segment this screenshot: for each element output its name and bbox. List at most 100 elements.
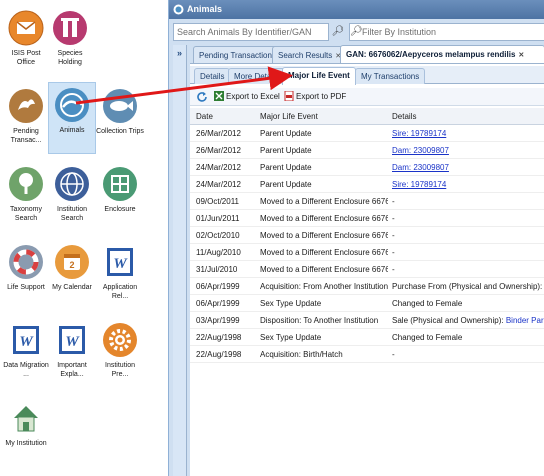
tab-more-details[interactable]: More Details — [228, 68, 285, 84]
details-link[interactable]: Dam: 23009807 — [392, 146, 449, 155]
table-row[interactable]: 22/Aug/1998 Sex Type Update Changed to Fem… — [190, 329, 544, 346]
tab-pending-transactions[interactable]: Pending Transactions — [193, 46, 282, 63]
column-header-details[interactable]: Details — [392, 112, 544, 121]
table-row[interactable]: 31/Jul/2010 Moved to a Different Enclosur… — [190, 261, 544, 278]
cell-major-life-event: Sex Type Update — [260, 299, 322, 308]
launcher-tile-life-support[interactable]: Life Support — [2, 240, 50, 312]
details-text: Changed to Female — [392, 299, 463, 308]
table-row[interactable]: 02/Oct/2010 Moved to a Different Enclosur… — [190, 227, 544, 244]
launcher-tile-label: My Institution — [5, 440, 47, 447]
enclosure-icon — [103, 167, 137, 201]
table-row[interactable]: 26/Mar/2012 Parent Update Sire: 19789174 — [190, 125, 544, 142]
table-row[interactable]: 06/Apr/1999 Sex Type Update Changed to Fem… — [190, 295, 544, 312]
table-row[interactable]: 22/Aug/1998 Acquisition: Birth/Hatch - — [190, 346, 544, 363]
cell-date: 02/Oct/2010 — [196, 231, 240, 240]
refresh-icon[interactable] — [196, 91, 208, 103]
svg-text:W: W — [19, 334, 34, 350]
launcher-tile-pending-transactions[interactable]: Pending Transac... — [2, 84, 50, 156]
details-text: - — [392, 197, 395, 206]
cell-date: 11/Aug/2010 — [196, 248, 241, 257]
calendar-icon: 2 — [55, 245, 89, 279]
cell-details[interactable]: Sire: 19789174 — [392, 180, 544, 189]
close-icon[interactable]: ✕ — [518, 52, 524, 59]
cell-major-life-event: Parent Update — [260, 129, 312, 138]
institution-filter-input[interactable]: Filter By Institution — [349, 23, 544, 41]
cell-date: 31/Jul/2010 — [196, 265, 238, 274]
launcher-tile-institution-preferences[interactable]: Institution Pre... — [96, 318, 144, 390]
table-row[interactable]: 03/Apr/1999 Disposition: To Another Insti… — [190, 312, 544, 329]
tab-label: Search Results — [278, 51, 333, 60]
cell-details: Sale (Physical and Ownership): Binder Pa… — [392, 316, 544, 325]
cell-major-life-event: Moved to a Different Enclosure 6676... — [260, 231, 388, 240]
cell-date: 22/Aug/1998 — [196, 350, 242, 359]
cell-date: 01/Jun/2011 — [196, 214, 240, 223]
cell-date: 26/Mar/2012 — [196, 146, 241, 155]
cell-details: Changed to Female — [392, 299, 544, 308]
column-header-date[interactable]: Date — [196, 112, 256, 121]
export-pdf-button[interactable]: Export to PDF — [284, 91, 346, 104]
tab-details[interactable]: Details — [194, 68, 231, 84]
details-link[interactable]: Sire: 19789174 — [392, 129, 446, 138]
launcher-tile-label: Collection Trips — [96, 128, 144, 135]
launcher-tile-collection-trips[interactable]: Collection Trips — [96, 84, 144, 156]
launcher-tile-important-explanations[interactable]: W Important Expla... — [48, 318, 96, 390]
table-row[interactable]: 09/Oct/2011 Moved to a Different Enclosur… — [190, 193, 544, 210]
tab-search-results[interactable]: Search Results ✕ — [272, 46, 348, 63]
table-row[interactable]: 06/Apr/1999 Acquisition: From Another Ins… — [190, 278, 544, 295]
cell-details[interactable]: Sire: 19789174 — [392, 129, 544, 138]
launcher-tile-taxonomy-search[interactable]: Taxonomy Search — [2, 162, 50, 234]
launcher-tile-label: Enclosure — [104, 206, 136, 213]
launcher-tile-my-institution[interactable]: My Institution — [2, 396, 50, 468]
expand-sidebar-button[interactable]: » — [173, 45, 187, 476]
tab-label: GAN: 6676062/Aepyceros melampus rendilis — [346, 50, 516, 59]
grid-toolbar: Export to Excel Export to PDF — [190, 88, 544, 106]
cell-date: 26/Mar/2012 — [196, 129, 241, 138]
launcher-tile-isis-post-office[interactable]: ISIS Post Office — [2, 6, 50, 78]
details-link[interactable]: Dam: 23009807 — [392, 163, 449, 172]
launcher-tile-my-calendar[interactable]: 2 My Calendar — [48, 240, 96, 312]
animal-identifier-search-input[interactable]: Search Animals By Identifier/GAN — [173, 23, 329, 41]
launcher-tile-enclosure[interactable]: Enclosure — [96, 162, 144, 234]
table-row[interactable]: 01/Jun/2011 Moved to a Different Enclosur… — [190, 210, 544, 227]
tab-label: More Details — [234, 72, 279, 81]
launcher-tile-institution-search[interactable]: Institution Search — [48, 162, 96, 234]
tab-my-transactions[interactable]: My Transactions — [355, 68, 426, 84]
details-text: Changed to Female — [392, 333, 463, 342]
table-row[interactable]: 24/Mar/2012 Parent Update Sire: 19789174 — [190, 176, 544, 193]
cell-date: 09/Oct/2011 — [196, 197, 239, 206]
cell-details: - — [392, 197, 544, 206]
launcher-tile-label: Species Holding — [57, 50, 83, 66]
app-launcher: ISIS Post Office Species Holding Pending… — [0, 0, 168, 476]
search-icon[interactable]: 🔎︎ — [331, 25, 345, 39]
launcher-tile-application-release[interactable]: W Application Rel... — [96, 240, 144, 312]
table-row[interactable]: 11/Aug/2010 Moved to a Different Enclosur… — [190, 244, 544, 261]
globe-animal-icon — [55, 88, 89, 122]
cell-details: - — [392, 350, 544, 359]
secondary-tabbar: Details More Details Major Life Event My… — [190, 66, 544, 85]
launcher-tile-animals[interactable]: Animals — [48, 82, 96, 154]
details-link[interactable]: Sire: 19789174 — [392, 180, 446, 189]
tab-label: Major Life Event — [288, 71, 350, 80]
institution-link[interactable]: Binder Park Zoo — [506, 316, 544, 325]
cell-details: - — [392, 231, 544, 240]
details-text: Purchase From (Physical and Ownership): — [392, 282, 544, 291]
launcher-tile-label: Application Rel... — [102, 284, 138, 300]
tab-label: Details — [200, 72, 225, 81]
tab-gan-detail[interactable]: GAN: 6676062/Aepyceros melampus rendilis… — [340, 45, 544, 63]
cell-details[interactable]: Dam: 23009807 — [392, 163, 544, 172]
table-row[interactable]: 26/Mar/2012 Parent Update Dam: 23009807 — [190, 142, 544, 159]
export-excel-label: Export to Excel — [226, 92, 280, 101]
tab-major-life-event[interactable]: Major Life Event — [282, 67, 356, 85]
cell-details[interactable]: Dam: 23009807 — [392, 146, 544, 155]
cell-major-life-event: Moved to a Different Enclosure 6676... — [260, 197, 388, 206]
cell-date: 06/Apr/1999 — [196, 299, 240, 308]
launcher-tile-data-migration[interactable]: W Data Migration ... — [2, 318, 50, 390]
launcher-tile-label: Life Support — [7, 284, 45, 291]
export-excel-button[interactable]: Export to Excel — [214, 91, 280, 104]
cell-details: - — [392, 214, 544, 223]
column-header-major-life-event[interactable]: Major Life Event — [260, 112, 388, 121]
svg-text:2: 2 — [69, 260, 74, 270]
table-row[interactable]: 24/Mar/2012 Parent Update Dam: 23009807 — [190, 159, 544, 176]
launcher-tile-species-holding[interactable]: Species Holding — [46, 6, 94, 78]
cell-details: - — [392, 265, 544, 274]
